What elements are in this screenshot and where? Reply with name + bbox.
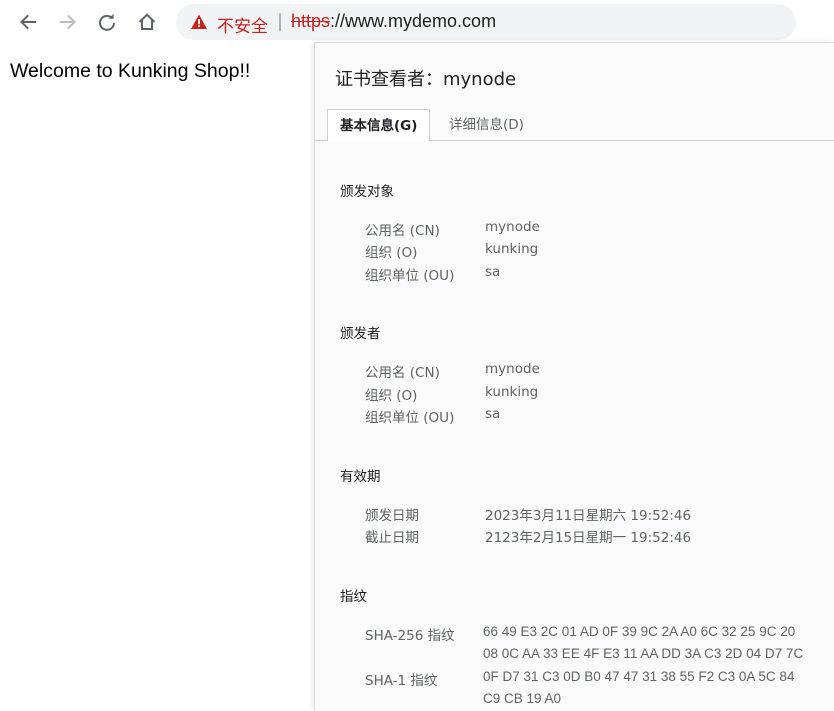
back-button[interactable] — [14, 8, 42, 36]
sha256-label: SHA-256 指纹 — [365, 628, 455, 644]
back-arrow-icon — [20, 14, 36, 30]
issued-by-o-value: kunking — [485, 384, 539, 400]
issued-by-ou-value: sa — [485, 406, 501, 422]
dialog-title: 证书查看者：mynode — [335, 69, 517, 90]
url-scheme: https — [291, 11, 331, 31]
issued-to-ou-value: sa — [485, 264, 501, 280]
section-validity: 有效期 — [340, 469, 381, 485]
issued-by-o-label: 组织 (O) — [365, 388, 418, 404]
tab-general[interactable]: 基本信息(G) — [327, 109, 431, 142]
address-separator: | — [277, 11, 284, 32]
reload-icon — [99, 13, 115, 31]
section-issued-by: 颁发者 — [340, 326, 381, 342]
expiry-date-label: 截止日期 — [365, 530, 419, 546]
sha1-value-line-1: 0F D7 31 C3 0D B0 47 47 31 38 55 F2 C3 0… — [483, 669, 795, 684]
browser-toolbar: 不安全 | https://www.mydemo.com — [0, 0, 834, 44]
certificate-viewer-dialog: 证书查看者：mynode 基本信息(G) 详细信息(D) 颁发对象 公用名 (C… — [314, 42, 834, 711]
warning-triangle-icon — [191, 14, 207, 29]
issued-by-ou-label: 组织单位 (OU) — [365, 410, 455, 426]
issued-by-cn-label: 公用名 (CN) — [365, 365, 440, 381]
issued-by-cn-value: mynode — [485, 361, 540, 377]
welcome-message: Welcome to Kunking Shop!! — [10, 60, 251, 82]
section-fingerprints: 指纹 — [340, 589, 367, 605]
sha256-value-line-2: 08 0C AA 33 EE 4F E3 11 AA DD 3A C3 2D 0… — [483, 646, 804, 661]
tab-bar: 基本信息(G) 详细信息(D) — [315, 109, 834, 142]
forward-button[interactable] — [54, 8, 82, 36]
url-host: ://www.mydemo.com — [330, 11, 497, 31]
issued-to-cn-label: 公用名 (CN) — [365, 223, 440, 239]
sha1-value-line-2: C9 CB 19 A0 — [483, 691, 562, 706]
issued-to-o-label: 组织 (O) — [365, 245, 418, 261]
security-status-label[interactable]: 不安全 — [217, 12, 268, 37]
general-info-panel: 颁发对象 公用名 (CN) mynode 组织 (O) kunking 组织单位… — [315, 142, 834, 711]
reload-button[interactable] — [93, 8, 121, 36]
tab-details[interactable]: 详细信息(D) — [437, 109, 536, 141]
issue-date-label: 颁发日期 — [365, 508, 419, 524]
sha1-label: SHA-1 指纹 — [365, 673, 438, 689]
issued-to-ou-label: 组织单位 (OU) — [365, 268, 455, 284]
sha256-value-line-1: 66 49 E3 2C 01 AD 0F 39 9C 2A A0 6C 32 2… — [483, 624, 796, 639]
home-icon — [138, 13, 156, 30]
issued-to-cn-value: mynode — [485, 219, 540, 235]
home-button[interactable] — [133, 8, 161, 36]
issue-date-value: 2023年3月11日星期六 19:52:46 — [485, 508, 692, 524]
url-text[interactable]: https://www.mydemo.com — [291, 11, 496, 32]
expiry-date-value: 2123年2月15日星期一 19:52:46 — [485, 530, 692, 546]
forward-arrow-icon — [60, 14, 76, 30]
issued-to-o-value: kunking — [485, 241, 539, 257]
address-bar[interactable]: 不安全 | https://www.mydemo.com — [176, 4, 796, 40]
section-issued-to: 颁发对象 — [340, 184, 394, 200]
